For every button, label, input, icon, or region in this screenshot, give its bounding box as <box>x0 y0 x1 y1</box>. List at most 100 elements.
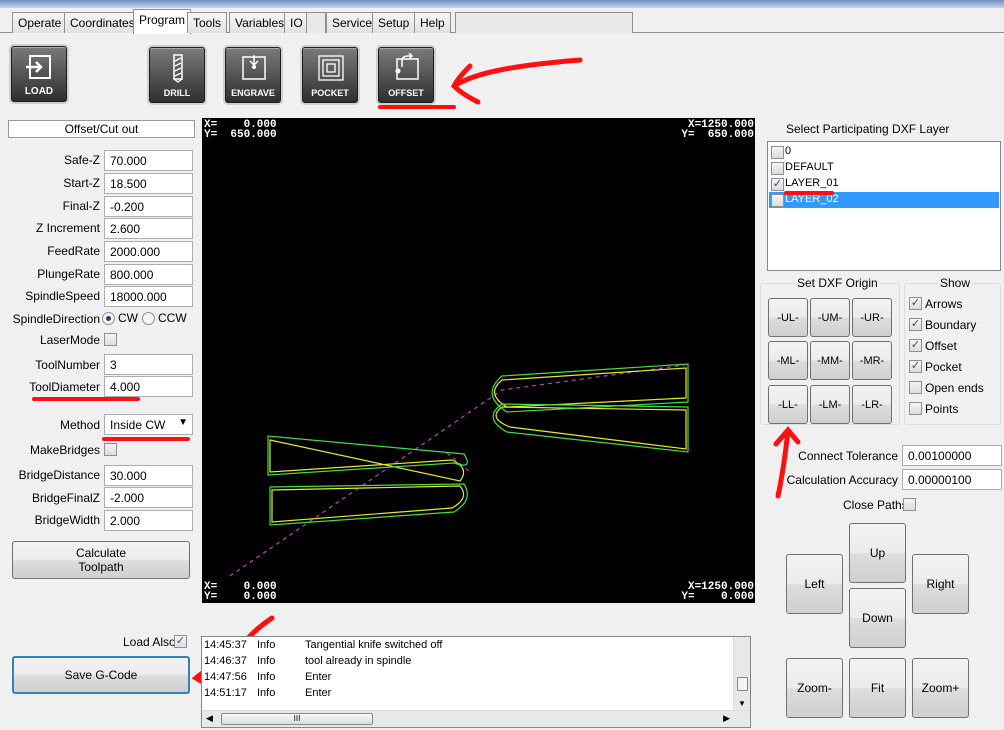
origin-lm-button[interactable]: -LM- <box>810 385 850 424</box>
annotation-arrow-offset <box>450 57 583 105</box>
z-increment-label: Z Increment <box>35 221 100 235</box>
log-level: Info <box>257 671 276 683</box>
spindlespeed-input[interactable]: 18000.000 <box>104 286 193 307</box>
layer-checkbox[interactable] <box>771 146 784 159</box>
spindledirection-label: SpindleDirection <box>12 312 100 326</box>
log-time: 14:46:37 <box>204 655 247 667</box>
pocket-checkbox[interactable]: ✓ <box>909 360 922 373</box>
scroll-left-icon[interactable]: ◀ <box>206 713 213 724</box>
z-increment-input[interactable]: 2.600 <box>104 218 193 239</box>
load-also-checkbox[interactable]: ✓ <box>174 635 187 648</box>
tooldiameter-input[interactable]: 4.000 <box>104 376 193 397</box>
points-checkbox[interactable] <box>909 402 922 415</box>
plungerate-input[interactable]: 800.000 <box>104 264 193 285</box>
load-icon <box>26 55 51 79</box>
tab-spacer <box>306 12 326 33</box>
bridgedistance-label: BridgeDistance <box>18 468 100 482</box>
open-ends-checkbox[interactable] <box>909 381 922 394</box>
layer-item[interactable]: ✓ LAYER_01 <box>769 176 999 192</box>
pocket-show-label: Pocket <box>925 360 962 374</box>
origin-um-button[interactable]: -UM- <box>810 298 850 337</box>
calculation-accuracy-label: Calculation Accuracy <box>786 473 898 487</box>
layer-item[interactable]: 0 <box>769 144 999 160</box>
bridgefinalz-input[interactable]: -2.000 <box>104 487 193 508</box>
layer-checkbox[interactable] <box>771 194 784 207</box>
close-paths-checkbox[interactable] <box>903 498 916 511</box>
zoom-out-button[interactable]: Zoom- <box>786 658 843 718</box>
offset-show-label: Offset <box>925 339 957 353</box>
nav-left-button[interactable]: Left <box>786 554 843 614</box>
drill-button[interactable]: DRILL <box>149 47 205 103</box>
tab-service[interactable]: Service <box>326 12 379 33</box>
save-gcode-button[interactable]: Save G-Code <box>12 656 190 694</box>
dxf-preview-canvas[interactable]: X= 0.000 Y= 650.000 X=1250.000 Y= 650.00… <box>202 118 755 603</box>
origin-ul-button[interactable]: -UL- <box>768 298 808 337</box>
bridgedistance-input[interactable]: 30.000 <box>104 465 193 486</box>
nav-right-button[interactable]: Right <box>912 554 969 614</box>
log-panel[interactable]: 14:45:37 Info Tangential knife switched … <box>201 636 751 728</box>
tab-operate[interactable]: Operate <box>12 12 68 33</box>
method-dropdown[interactable]: Inside CW ▼ <box>104 414 193 435</box>
pocket-button[interactable]: POCKET <box>302 47 358 103</box>
origin-ml-button[interactable]: -ML- <box>768 341 808 380</box>
tab-variables[interactable]: Variables <box>229 12 291 33</box>
lasermode-checkbox[interactable] <box>104 333 117 346</box>
lasermode-label: LaserMode <box>39 333 100 347</box>
origin-mm-button[interactable]: -MM- <box>810 341 850 380</box>
tab-coordinates[interactable]: Coordinates <box>64 12 141 33</box>
layer-checkbox[interactable] <box>771 162 784 175</box>
tab-tools[interactable]: Tools <box>187 12 228 33</box>
offset-label: OFFSET <box>388 88 424 98</box>
scrollbar-thumb[interactable]: III <box>221 713 373 725</box>
origin-mr-button[interactable]: -MR- <box>852 341 892 380</box>
nav-up-button[interactable]: Up <box>849 523 906 583</box>
nav-down-button[interactable]: Down <box>849 588 906 648</box>
layer-list[interactable]: 0 DEFAULT ✓ LAYER_01 LAYER_02 <box>767 141 1001 271</box>
calculation-accuracy-input[interactable]: 0.00000100 <box>902 469 1002 490</box>
feedrate-label: FeedRate <box>47 244 100 258</box>
arrows-checkbox[interactable]: ✓ <box>909 297 922 310</box>
final-z-input[interactable]: -0.200 <box>104 196 193 217</box>
engrave-button[interactable]: ENGRAVE <box>225 47 281 103</box>
ccw-radio[interactable] <box>142 312 155 325</box>
fit-button[interactable]: Fit <box>849 658 906 718</box>
cw-radio[interactable] <box>102 312 115 325</box>
layer-item[interactable]: DEFAULT <box>769 160 999 176</box>
offset-checkbox[interactable]: ✓ <box>909 339 922 352</box>
tab-help[interactable]: Help <box>414 12 451 33</box>
calculate-line1: Calculate <box>75 546 127 560</box>
contour-upper-top <box>494 367 687 408</box>
points-label: Points <box>925 402 959 416</box>
annotation-underline-method <box>102 437 190 441</box>
log-horizontal-scrollbar[interactable]: ◀ III ▶ <box>202 710 750 727</box>
offset-button[interactable]: OFFSET <box>378 47 434 103</box>
bridgewidth-label: BridgeWidth <box>34 513 100 527</box>
scrollbar-thumb[interactable] <box>737 677 748 691</box>
toolnumber-input[interactable]: 3 <box>104 354 193 375</box>
ccw-label: CCW <box>158 311 187 325</box>
origin-lr-button[interactable]: -LR- <box>852 385 892 424</box>
calculate-toolpath-button[interactable]: Calculate Toolpath <box>12 541 190 579</box>
open-ends-label: Open ends <box>925 381 984 395</box>
origin-ll-button[interactable]: -LL- <box>768 385 808 424</box>
safe-z-input[interactable]: 70.000 <box>104 150 193 171</box>
bridgewidth-input[interactable]: 2.000 <box>104 510 193 531</box>
boundary-checkbox[interactable]: ✓ <box>909 318 922 331</box>
log-vertical-scrollbar[interactable]: ▼ <box>733 637 750 710</box>
tab-setup[interactable]: Setup <box>372 12 416 33</box>
tab-io[interactable]: IO <box>284 12 309 33</box>
method-value: Inside CW <box>110 418 166 432</box>
load-button[interactable]: LOAD <box>11 46 67 102</box>
scroll-right-icon[interactable]: ▶ <box>723 713 730 724</box>
tab-program[interactable]: Program <box>133 9 192 34</box>
start-z-input[interactable]: 18.500 <box>104 173 193 194</box>
layers-title: Select Participating DXF Layer <box>786 122 950 136</box>
origin-ur-button[interactable]: -UR- <box>852 298 892 337</box>
layer-checkbox[interactable]: ✓ <box>771 178 784 191</box>
contour-lower-top <box>269 439 465 482</box>
zoom-in-button[interactable]: Zoom+ <box>912 658 969 718</box>
scroll-down-icon[interactable]: ▼ <box>738 699 746 708</box>
makebridges-checkbox[interactable] <box>104 443 117 456</box>
connect-tolerance-input[interactable]: 0.00100000 <box>902 445 1002 466</box>
feedrate-input[interactable]: 2000.000 <box>104 241 193 262</box>
